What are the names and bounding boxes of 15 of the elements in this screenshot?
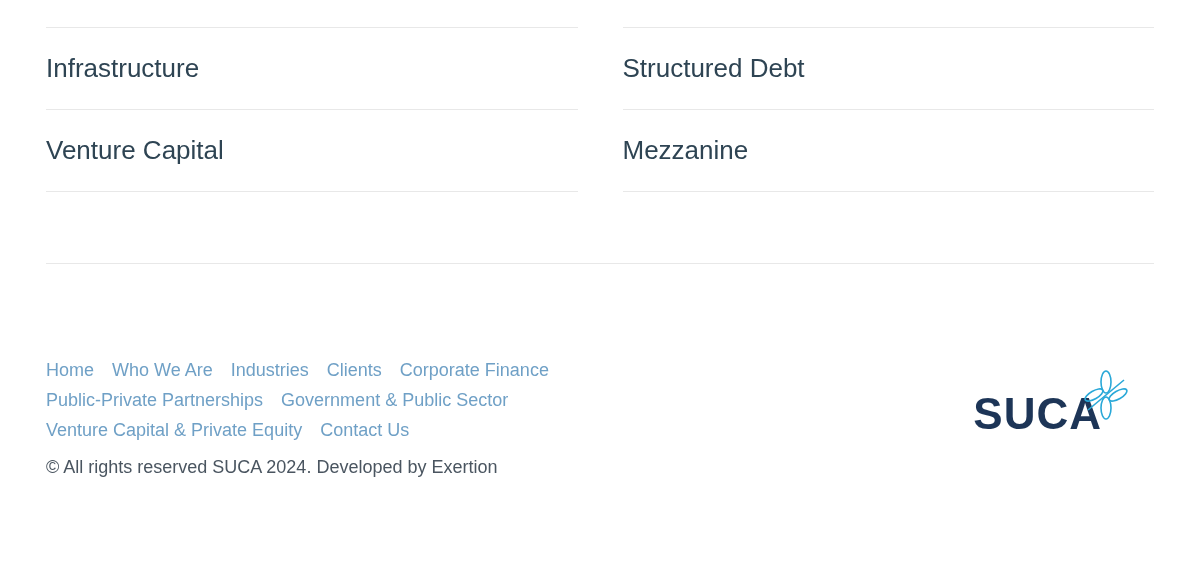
footer-link[interactable]: Who We Are (112, 355, 213, 385)
copyright-text: © All rights reserved SUCA 2024. Developed by Exertion (46, 456, 499, 479)
footer-link[interactable]: Industries (230, 355, 309, 385)
sector-title[interactable]: Mezzanine (622, 131, 749, 170)
footer-link[interactable]: Government & Public Sector (281, 385, 509, 415)
footer-link[interactable]: Clients (326, 355, 382, 385)
footer-link[interactable]: Contact Us (320, 415, 410, 445)
footer-link[interactable]: Public-Private Partnerships (46, 385, 264, 415)
sector-title[interactable]: Infrastructure (46, 49, 200, 88)
footer-link[interactable]: Home (46, 355, 94, 385)
sector-title[interactable]: Venture Capital (46, 131, 224, 170)
logo-text: SUCA (973, 394, 1102, 434)
footer-link[interactable]: Venture Capital & Private Equity (46, 415, 303, 445)
sector-title[interactable]: Structured Debt (622, 49, 805, 88)
footer-link[interactable]: Corporate Finance (399, 355, 549, 385)
